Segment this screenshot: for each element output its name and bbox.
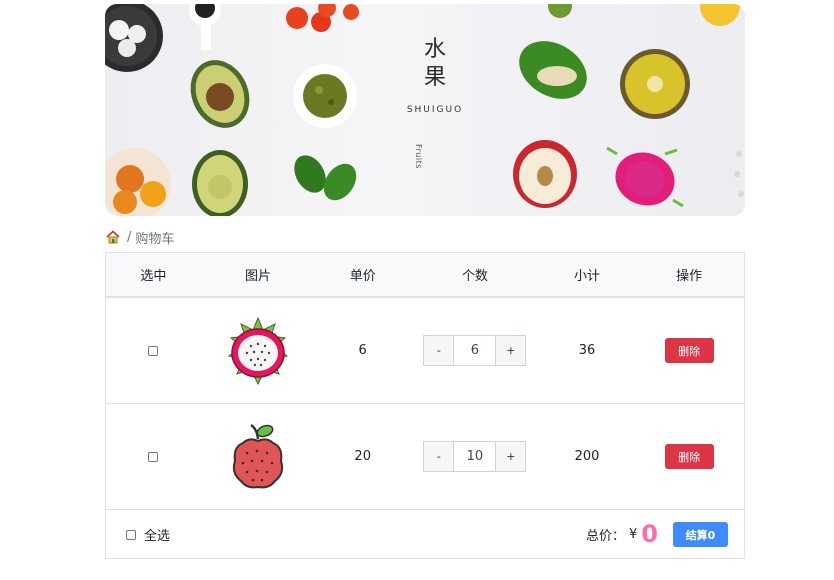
total-value: 0 (641, 520, 658, 548)
decrement-button[interactable]: - (423, 441, 455, 472)
select-all[interactable]: 全选 (126, 525, 170, 544)
table-row: 6 - 6 + 36 删除 (106, 298, 744, 404)
row-price: 6 (358, 343, 367, 358)
breadcrumb: / 购物车 (105, 228, 175, 247)
delete-button[interactable]: 删除 (664, 444, 714, 469)
breadcrumb-current: 购物车 (135, 231, 175, 247)
cart-table: 选中 图片 单价 个数 小计 操作 6 - 6 + 36 删除 20 - 10 … (105, 252, 745, 559)
banner-subtitle: SHUIGUO (406, 105, 464, 115)
select-all-label: 全选 (144, 529, 171, 544)
header-price: 单价 (349, 269, 376, 284)
row-subtotal: 200 (574, 449, 600, 464)
select-all-checkbox[interactable] (126, 529, 136, 540)
banner-side-text: Fruits (414, 144, 423, 169)
header-image: 图片 (245, 269, 272, 284)
table-row: 20 - 10 + 200 删除 (106, 404, 744, 510)
header-count: 个数 (461, 269, 488, 284)
header-subtotal: 小计 (573, 269, 600, 284)
table-footer: 全选 总价： ¥ 0 结算0 (106, 510, 744, 558)
breadcrumb-separator: / (127, 229, 132, 245)
currency-symbol: ¥ (629, 526, 638, 542)
dragonfruit-icon (227, 316, 289, 385)
row-checkbox[interactable] (148, 451, 159, 462)
row-price: 20 (354, 449, 371, 464)
quantity-input[interactable]: 10 (454, 441, 496, 472)
home-icon[interactable] (105, 229, 121, 245)
header-actions: 操作 (676, 269, 703, 284)
fruit-banner: 水 果 SHUIGUO Fruits (105, 4, 745, 216)
delete-button[interactable]: 删除 (664, 338, 714, 363)
app: 水 果 SHUIGUO Fruits / 购物车 选中 图片 单价 个数 小计 … (105, 4, 745, 559)
table-header: 选中 图片 单价 个数 小计 操作 (106, 253, 744, 298)
quantity-input[interactable]: 6 (454, 335, 496, 366)
header-select: 选中 (140, 269, 167, 284)
quantity-stepper: - 10 + (423, 441, 527, 472)
banner-title: 水 果 (423, 37, 446, 90)
total-price: 总价： ¥ 0 (586, 520, 658, 548)
row-subtotal: 36 (578, 343, 596, 358)
lychee-icon (232, 423, 284, 488)
row-checkbox[interactable] (148, 345, 159, 356)
increment-button[interactable]: + (495, 441, 527, 472)
quantity-stepper: - 6 + (423, 335, 527, 366)
decrement-button[interactable]: - (423, 335, 455, 366)
total-label: 总价： (586, 528, 626, 544)
checkout-button[interactable]: 结算0 (673, 522, 728, 547)
increment-button[interactable]: + (495, 335, 527, 366)
